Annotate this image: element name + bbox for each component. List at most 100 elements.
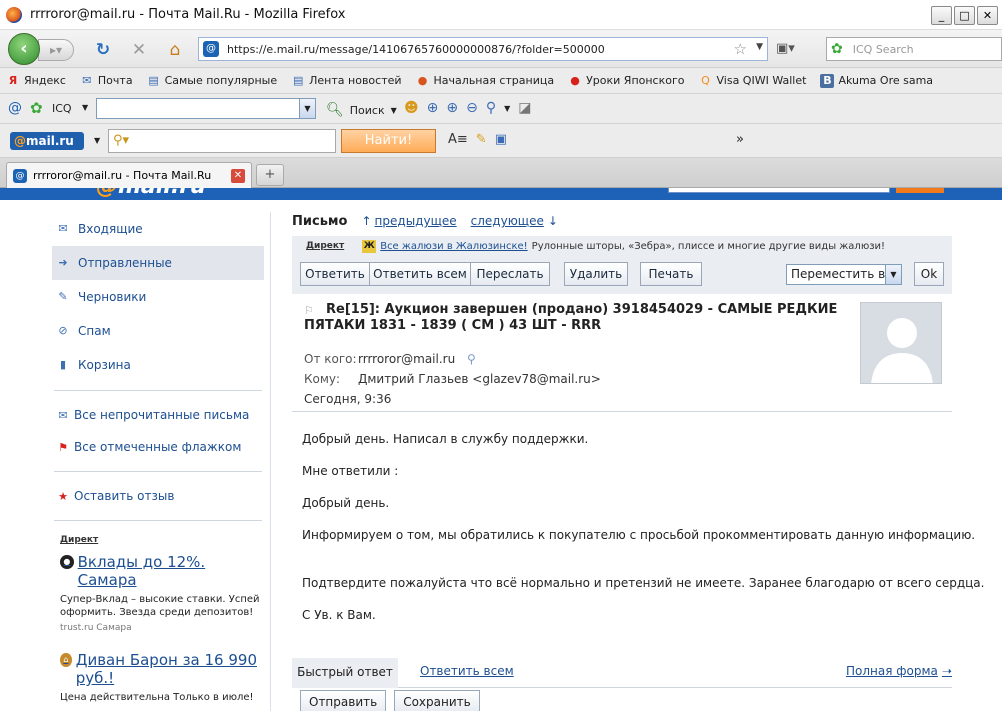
site-identity-icon[interactable]: @ bbox=[203, 41, 219, 57]
reload-icon[interactable]: ↻ bbox=[92, 39, 114, 61]
mail-page-logo[interactable]: @mail.ru bbox=[96, 188, 206, 199]
bookmark-news[interactable]: ▤ Лента новостей bbox=[291, 74, 402, 88]
header-search-button[interactable] bbox=[896, 188, 944, 193]
from-label: От кого: bbox=[304, 352, 357, 366]
eraser-icon[interactable]: ◪ bbox=[518, 100, 531, 118]
zoom-icon[interactable]: ⊕ bbox=[446, 100, 458, 118]
down-arrow-icon: ↓ bbox=[547, 214, 558, 228]
at-icon[interactable]: @ bbox=[8, 100, 22, 116]
move-ok-button[interactable]: Ok bbox=[914, 262, 944, 286]
reply-all-button[interactable]: Ответить всем bbox=[369, 262, 471, 286]
copy-icon[interactable]: ▣ bbox=[495, 132, 507, 147]
quick-reply-tab[interactable]: Быстрый ответ bbox=[292, 658, 398, 688]
prev-message-link[interactable]: предыдущее bbox=[375, 214, 457, 228]
sidebar-divider bbox=[54, 390, 262, 391]
folder-spam[interactable]: ⊘ Спам bbox=[52, 314, 264, 348]
close-tab-icon[interactable]: ✕ bbox=[231, 169, 245, 183]
print-button[interactable]: Печать bbox=[640, 262, 702, 286]
to-address[interactable]: Дмитрий Глазьев <glazev78@mail.ru> bbox=[358, 372, 601, 386]
icq-search-combo[interactable]: ▼ bbox=[96, 98, 316, 119]
direct-label[interactable]: Директ bbox=[306, 241, 344, 251]
icq-search-placeholder[interactable]: ICQ Search bbox=[853, 43, 914, 56]
direct-label[interactable]: Директ bbox=[60, 535, 264, 545]
new-tab-button[interactable]: + bbox=[256, 164, 284, 186]
full-form-link[interactable]: Полная форма ➝ bbox=[846, 664, 952, 678]
forward-button[interactable]: Переслать bbox=[470, 262, 550, 286]
mailru-logo[interactable]: @mail.ru bbox=[10, 132, 84, 150]
bookmark-mail[interactable]: ✉ Почта bbox=[80, 74, 132, 88]
reply-button[interactable]: Ответить bbox=[300, 262, 370, 286]
bookmark-popular[interactable]: ▤ Самые популярные bbox=[147, 74, 277, 88]
pencil-icon: ✎ bbox=[58, 290, 68, 303]
bookmark-qiwi[interactable]: Q Visa QIWI Wallet bbox=[699, 74, 806, 88]
dropdown-icon[interactable]: ▼ bbox=[391, 106, 397, 115]
bookmark-vk[interactable]: B Akuma Ore sama bbox=[820, 73, 933, 88]
move-to-select[interactable]: Переместить в ▼ bbox=[786, 264, 902, 285]
ad-title[interactable]: Диван Барон за 16 990 руб.! bbox=[76, 651, 264, 687]
icq-flower-icon[interactable]: ✿ bbox=[30, 99, 43, 117]
tab-title: rrrroror@mail.ru - Почта Mail.Ru bbox=[33, 169, 212, 182]
bookmark-start-page[interactable]: ● Начальная страница bbox=[416, 74, 554, 88]
next-message-link[interactable]: следующее bbox=[471, 214, 544, 228]
all-unread-link[interactable]: ✉ Все непрочитанные письма bbox=[52, 399, 264, 431]
camera-icon[interactable]: ▣▾ bbox=[776, 41, 798, 57]
tab-mail[interactable]: @ rrrroror@mail.ru - Почта Mail.Ru ✕ bbox=[6, 162, 252, 188]
body-line: Информируем о том, мы обратились к покуп… bbox=[302, 528, 976, 542]
header-search-input[interactable] bbox=[668, 188, 890, 193]
delete-button[interactable]: Удалить bbox=[564, 262, 628, 286]
select-arrow-icon[interactable]: ▼ bbox=[885, 265, 901, 284]
smiley-icon[interactable]: ☻ bbox=[404, 100, 419, 118]
sidebar-content-divider bbox=[270, 212, 271, 711]
mailru-dropdown-icon[interactable]: ▼ bbox=[94, 136, 100, 145]
joystick-icon[interactable]: ⚲ bbox=[486, 100, 496, 118]
zoom-in-icon[interactable]: ⊕ bbox=[427, 100, 439, 118]
sidebar-ad-sofa[interactable]: ⌂ Диван Барон за 16 990 руб.! Цена действ… bbox=[60, 651, 264, 704]
send-button[interactable]: Отправить bbox=[300, 690, 387, 711]
icq-dropdown-icon[interactable]: ▼ bbox=[82, 103, 88, 112]
icq-search-button[interactable]: 🔍︎ Поиск ▼ bbox=[326, 102, 397, 118]
stop-icon[interactable]: ✕ bbox=[128, 39, 150, 61]
ad-text: Рулонные шторы, «Зебра», плиссе и многие… bbox=[531, 240, 886, 252]
home-icon[interactable]: ⌂ bbox=[164, 39, 186, 61]
close-window-button[interactable]: ✕ bbox=[977, 6, 998, 25]
sidebar-ad-deposit[interactable]: ● Вклады до 12%. Самара Супер-Вклад – выс… bbox=[60, 553, 264, 633]
folder-drafts[interactable]: ✎ Черновики bbox=[52, 280, 264, 314]
navigation-toolbar: ▸▾ ‹ ↻ ✕ ⌂ @ https://e.mail.ru/message/1… bbox=[0, 30, 1002, 68]
maximize-button[interactable]: □ bbox=[954, 6, 975, 25]
minimize-button[interactable]: _ bbox=[931, 6, 952, 25]
highlight-icon[interactable]: ✎ bbox=[476, 132, 487, 147]
search-icon[interactable]: ⚲ bbox=[467, 352, 476, 366]
page-title: Письмо bbox=[292, 213, 348, 229]
back-button[interactable]: ‹ bbox=[8, 33, 40, 65]
icq-label[interactable]: ICQ bbox=[52, 102, 72, 115]
mail-tab-icon: @ bbox=[13, 168, 27, 183]
url-bar[interactable]: @ https://e.mail.ru/message/141067657600… bbox=[198, 37, 768, 61]
ad-link[interactable]: Все жалюзи в Жалюзинске! bbox=[380, 241, 527, 252]
bookmark-star-icon[interactable]: ☆ bbox=[734, 40, 747, 58]
toolbar-overflow-button[interactable]: » bbox=[736, 132, 744, 147]
ad-logo-icon: ● bbox=[60, 555, 74, 569]
ad-title[interactable]: Вклады до 12%. Самара bbox=[78, 553, 264, 589]
all-flagged-link[interactable]: ⚑ Все отмеченные флажком bbox=[52, 431, 264, 463]
icq-search-box[interactable]: ✿ ICQ Search bbox=[826, 37, 1002, 61]
combo-arrow-icon[interactable]: ▼ bbox=[299, 99, 315, 118]
bookmark-japanese[interactable]: ● Уроки Японского bbox=[568, 74, 684, 88]
text-size-icon[interactable]: A≡ bbox=[448, 132, 468, 147]
folder-sent[interactable]: ➜ Отправленные bbox=[52, 246, 264, 280]
ad-text: Цена действительна Только в июле! bbox=[60, 692, 254, 703]
from-address[interactable]: rrrroror@mail.ru bbox=[358, 352, 455, 366]
mailru-search-input[interactable]: ⚲▾ bbox=[108, 129, 336, 153]
url-text[interactable]: https://e.mail.ru/message/14106765760000… bbox=[227, 43, 605, 56]
folder-inbox[interactable]: ✉ Входящие bbox=[52, 212, 264, 246]
save-button[interactable]: Сохранить bbox=[394, 690, 480, 711]
url-dropdown-icon[interactable]: ▼ bbox=[756, 42, 763, 52]
folder-trash[interactable]: ▮ Корзина bbox=[52, 348, 264, 382]
bookmark-yandex[interactable]: Я Яндекс bbox=[6, 74, 66, 88]
quick-reply-all-link[interactable]: Ответить всем bbox=[420, 664, 514, 678]
zoom-out-icon[interactable]: ⊖ bbox=[466, 100, 478, 118]
find-button[interactable]: Найти! bbox=[341, 129, 436, 153]
star-icon: ★ bbox=[58, 489, 68, 503]
forward-button[interactable]: ▸▾ bbox=[38, 39, 74, 61]
feedback-link[interactable]: ★ Оставить отзыв bbox=[52, 480, 264, 512]
dropdown-icon[interactable]: ▼ bbox=[504, 100, 510, 118]
